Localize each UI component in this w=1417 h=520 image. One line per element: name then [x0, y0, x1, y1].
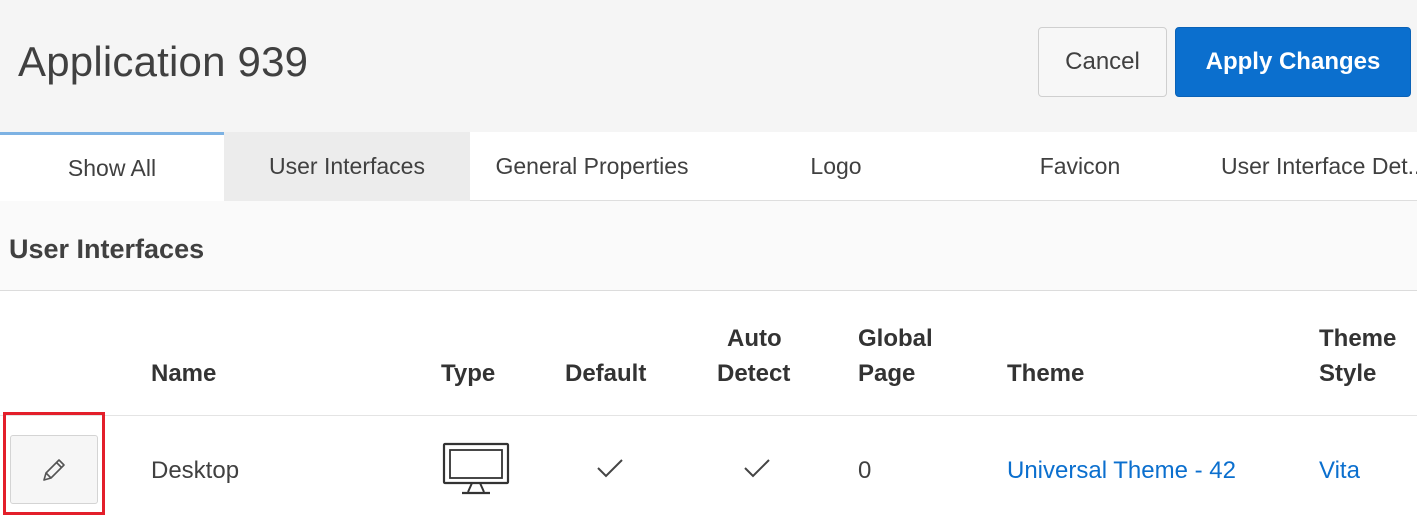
- cancel-button[interactable]: Cancel: [1038, 27, 1167, 97]
- header-row-divider: [0, 415, 1417, 416]
- column-header-theme: Theme: [1007, 360, 1085, 387]
- tab-user-interfaces[interactable]: User Interfaces: [224, 132, 470, 201]
- row-theme-link[interactable]: Universal Theme - 42: [1007, 454, 1236, 488]
- column-header-auto-detect-line1: Auto: [727, 325, 782, 352]
- pencil-icon: [43, 458, 65, 481]
- page-title: Application 939: [18, 38, 309, 85]
- column-header-global-page-line2: Page: [858, 360, 916, 387]
- column-header-theme-style-line1: Theme: [1319, 325, 1397, 352]
- column-header-type: Type: [441, 360, 496, 387]
- page-header: Application 939 Cancel Apply Changes: [0, 0, 1417, 132]
- column-header-global-page-line1: Global: [858, 325, 933, 352]
- row-name: Desktop: [151, 457, 240, 484]
- row-global-page: 0: [858, 457, 872, 484]
- tab-show-all[interactable]: Show All: [0, 132, 224, 201]
- column-header-auto-detect-line2: Detect: [717, 360, 791, 387]
- tab-bar: Show All User Interfaces General Propert…: [0, 132, 1417, 201]
- region-title: User Interfaces: [9, 234, 205, 264]
- auto-detect-checkmark-icon: [744, 459, 770, 478]
- tab-user-interface-details[interactable]: User Interface Det...: [1202, 132, 1417, 201]
- row-theme-style-link[interactable]: Vita: [1319, 454, 1360, 488]
- tab-logo[interactable]: Logo: [714, 132, 958, 201]
- column-header-theme-style-line2: Style: [1319, 360, 1377, 387]
- apply-changes-button[interactable]: Apply Changes: [1175, 27, 1411, 97]
- column-header-default: Default: [565, 360, 647, 387]
- column-header-name: Name: [151, 360, 217, 387]
- edit-button[interactable]: [10, 435, 98, 504]
- tab-favicon[interactable]: Favicon: [958, 132, 1202, 201]
- tab-general-properties[interactable]: General Properties: [470, 132, 714, 201]
- monitor-icon: [442, 442, 510, 495]
- default-checkmark-icon: [597, 459, 623, 478]
